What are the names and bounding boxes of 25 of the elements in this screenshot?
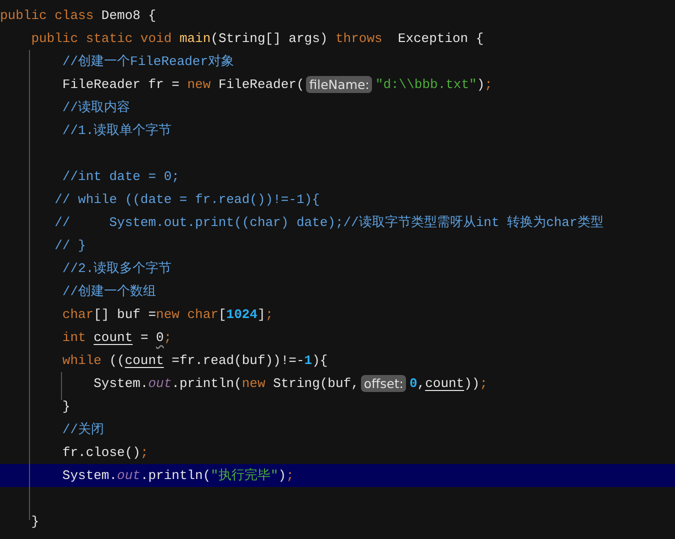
code-text: //2.读取多个字节 bbox=[61, 260, 172, 278]
code-text: public static void main(String[] args) throws Exception { bbox=[30, 30, 484, 48]
code-text: } bbox=[30, 513, 40, 531]
code-text: //读取内容 bbox=[61, 99, 130, 117]
code-text: //关闭 bbox=[61, 421, 104, 439]
code-text: public class Demo8 { bbox=[0, 7, 156, 25]
parameter-hint: fileName: bbox=[306, 76, 372, 93]
code-text: System.out.println("执行完毕"); bbox=[61, 467, 294, 485]
code-text: fr.close(); bbox=[61, 444, 148, 462]
code-text: //1.读取单个字节 bbox=[61, 122, 172, 140]
code-text: FileReader fr = new FileReader( bbox=[61, 76, 304, 94]
code-text: 0,count)); bbox=[409, 375, 488, 393]
code-text: char[] buf =new char[1024]; bbox=[61, 306, 274, 324]
code-text: int count = 0; bbox=[61, 329, 172, 347]
code-text: // while ((date = fr.read())!=-1){ bbox=[54, 191, 320, 209]
code-text: } bbox=[61, 398, 70, 416]
code-text: // System.out.print((char) date);//读取字节类型需呀从int 转换为char类型 bbox=[54, 214, 604, 232]
code-text: // } bbox=[54, 237, 86, 255]
code-text: //创建一个数组 bbox=[61, 283, 156, 301]
code-text: //创建一个FileReader对象 bbox=[61, 53, 234, 71]
code-text: System.out.println(new String(buf, bbox=[92, 375, 359, 393]
code-text: "d:\\bbb.txt"); bbox=[375, 76, 492, 94]
code-text: while ((count =fr.read(buf))!=-1){ bbox=[61, 352, 328, 370]
code-text: //int date = 0; bbox=[61, 168, 180, 186]
parameter-hint: offset: bbox=[360, 375, 406, 392]
